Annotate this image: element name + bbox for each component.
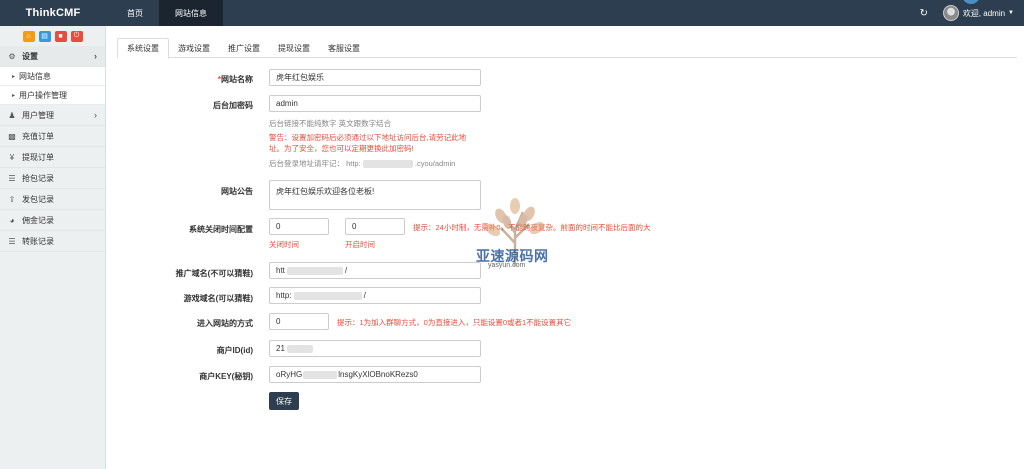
sidebar-item-label: 用户管理 xyxy=(22,110,54,120)
sidebar: ⌂ ▤ ■ ⏻ ⚙ 设置 › ▸ 网站信息 ▸ 用户操作管理 ♟ 用户管理 › … xyxy=(0,26,106,469)
close-time-caption: 关闭时间 xyxy=(269,240,299,249)
sidebar-item-user-ops[interactable]: ▸ 用户操作管理 xyxy=(0,86,105,105)
notice-textarea[interactable]: 虎年红包娱乐欢迎各位老板! xyxy=(269,180,481,210)
power-icon[interactable]: ⏻ xyxy=(70,30,83,42)
top-navbar: ThinkCMF 首页 网站信息 ↻ 欢迎, admin ▼ xyxy=(0,0,1024,26)
sidebar-item-label: 设置 xyxy=(22,51,38,61)
sidebar-item-label: 充值订单 xyxy=(22,131,54,141)
pie-icon: ◕ xyxy=(9,215,15,225)
user-area: ↻ 欢迎, admin ▼ xyxy=(917,0,1014,26)
upload-icon: ⇧ xyxy=(8,194,16,204)
yen-icon: ¥ xyxy=(9,152,15,162)
nav-home[interactable]: 首页 xyxy=(111,0,159,26)
admin-code-help: 后台链接不能纯数字 英文跟数字结合 xyxy=(269,119,392,128)
merchant-key-input[interactable]: oRyHG lnsgKyXlOBnoKRezs0 xyxy=(269,366,481,383)
sidebar-item-recharge[interactable]: ▩ 充值订单 xyxy=(0,126,105,147)
chart-icon: ▩ xyxy=(8,131,16,141)
gears-icon: ⚙ xyxy=(8,51,16,61)
notice-label: 网站公告 xyxy=(221,187,253,196)
save-button[interactable]: 保存 xyxy=(269,392,299,410)
admin-code-warning-2: 址。为了安全，您也可以定期更换此加密码! xyxy=(269,144,414,153)
open-time-input[interactable] xyxy=(345,218,405,235)
chevron-right-icon: › xyxy=(94,51,97,61)
chevron-down-icon[interactable]: ▼ xyxy=(1008,10,1014,16)
tab-game[interactable]: 游戏设置 xyxy=(169,38,219,58)
admin-code-input[interactable] xyxy=(269,95,481,112)
sidebar-item-label: 佣金记录 xyxy=(22,215,54,225)
caret-right-icon: ▸ xyxy=(12,73,16,80)
promo-domain-input[interactable]: htt / xyxy=(269,262,481,279)
tab-withdraw[interactable]: 提现设置 xyxy=(269,38,319,58)
sidebar-item-transfer[interactable]: ☰ 转账记录 xyxy=(0,231,105,252)
game-domain-label: 游戏域名(可以猜鞋) xyxy=(183,294,253,303)
open-time-caption: 开启时间 xyxy=(345,240,375,249)
enter-mode-label: 进入网站的方式 xyxy=(197,319,253,328)
sidebar-group-users[interactable]: ♟ 用户管理 › xyxy=(0,105,105,126)
home-icon[interactable]: ⌂ xyxy=(22,30,35,42)
nav-site-info[interactable]: 网站信息 xyxy=(159,0,223,26)
close-time-label: 系统关闭时间配置 xyxy=(189,225,253,234)
settings-tabs: 系统设置 游戏设置 推广设置 提现设置 客服设置 xyxy=(117,38,1017,59)
game-domain-input[interactable]: http: / xyxy=(269,287,481,304)
list-icon: ☰ xyxy=(8,236,16,246)
merchant-id-label: 商户ID(id) xyxy=(216,346,253,355)
avatar[interactable] xyxy=(942,5,959,21)
admin-code-warning-1: 警告：设置加密码后必须通过以下地址访问后台,请劳记此地 xyxy=(269,133,467,142)
site-name-label: *网站名称 xyxy=(217,75,253,84)
file-icon[interactable]: ▤ xyxy=(38,30,51,42)
redacted-text xyxy=(362,160,413,169)
admin-code-label: 后台加密码 xyxy=(213,101,253,110)
merchant-id-input[interactable]: 21 xyxy=(269,340,481,357)
redacted-text xyxy=(303,370,338,379)
chevron-right-icon: › xyxy=(94,110,97,120)
sidebar-item-label: 转账记录 xyxy=(22,236,54,246)
enter-mode-input[interactable] xyxy=(269,313,329,330)
watermark-subtext: yasyun.com xyxy=(488,262,526,269)
sidebar-item-grab-records[interactable]: ☰ 抢包记录 xyxy=(0,168,105,189)
sidebar-item-label: 抢包记录 xyxy=(22,173,54,183)
sidebar-item-withdraw[interactable]: ¥ 提现订单 xyxy=(0,147,105,168)
redacted-text xyxy=(286,266,343,275)
redacted-text xyxy=(293,291,362,300)
sidebar-item-label: 提现订单 xyxy=(22,152,54,162)
sidebar-item-site-info[interactable]: ▸ 网站信息 xyxy=(0,67,105,86)
sidebar-item-label: 用户操作管理 xyxy=(19,90,68,100)
tab-system[interactable]: 系统设置 xyxy=(117,38,169,59)
tab-service[interactable]: 客服设置 xyxy=(319,38,369,58)
enter-mode-tip: 提示：1为加入群聊方式，0为直接进入，只能设置0或者1不能设置其它 xyxy=(337,318,572,327)
trash-icon[interactable]: ■ xyxy=(54,30,67,42)
shortcut-bar: ⌂ ▤ ■ ⏻ xyxy=(0,26,105,46)
close-time-input[interactable] xyxy=(269,218,329,235)
caret-right-icon: ▸ xyxy=(12,92,16,99)
sidebar-item-label: 发包记录 xyxy=(22,194,54,204)
brand-logo[interactable]: ThinkCMF xyxy=(0,0,106,26)
tab-promo[interactable]: 推广设置 xyxy=(219,38,269,58)
main-content: 系统设置 游戏设置 推广设置 提现设置 客服设置 *网站名称 后台加密码 后台链… xyxy=(107,26,1024,469)
user-menu[interactable]: 欢迎, admin xyxy=(963,8,1005,19)
admin-url-note: 后台登录地址请牢记： http: .cyou/admin xyxy=(269,159,456,169)
sidebar-item-label: 网站信息 xyxy=(19,71,52,81)
redacted-text xyxy=(286,344,313,353)
site-name-input[interactable] xyxy=(269,69,481,86)
list-icon: ☰ xyxy=(8,173,16,183)
merchant-key-label: 商户KEY(秘钥) xyxy=(199,372,253,381)
sidebar-item-commission[interactable]: ◕ 佣金记录 xyxy=(0,210,105,231)
users-icon: ♟ xyxy=(8,110,16,120)
top-nav: 首页 网站信息 xyxy=(111,0,223,26)
sidebar-item-send-records[interactable]: ⇧ 发包记录 xyxy=(0,189,105,210)
promo-domain-label: 推广域名(不可以猜鞋) xyxy=(175,269,253,278)
refresh-icon[interactable]: ↻ xyxy=(917,6,931,20)
sidebar-group-settings[interactable]: ⚙ 设置 › xyxy=(0,46,105,67)
